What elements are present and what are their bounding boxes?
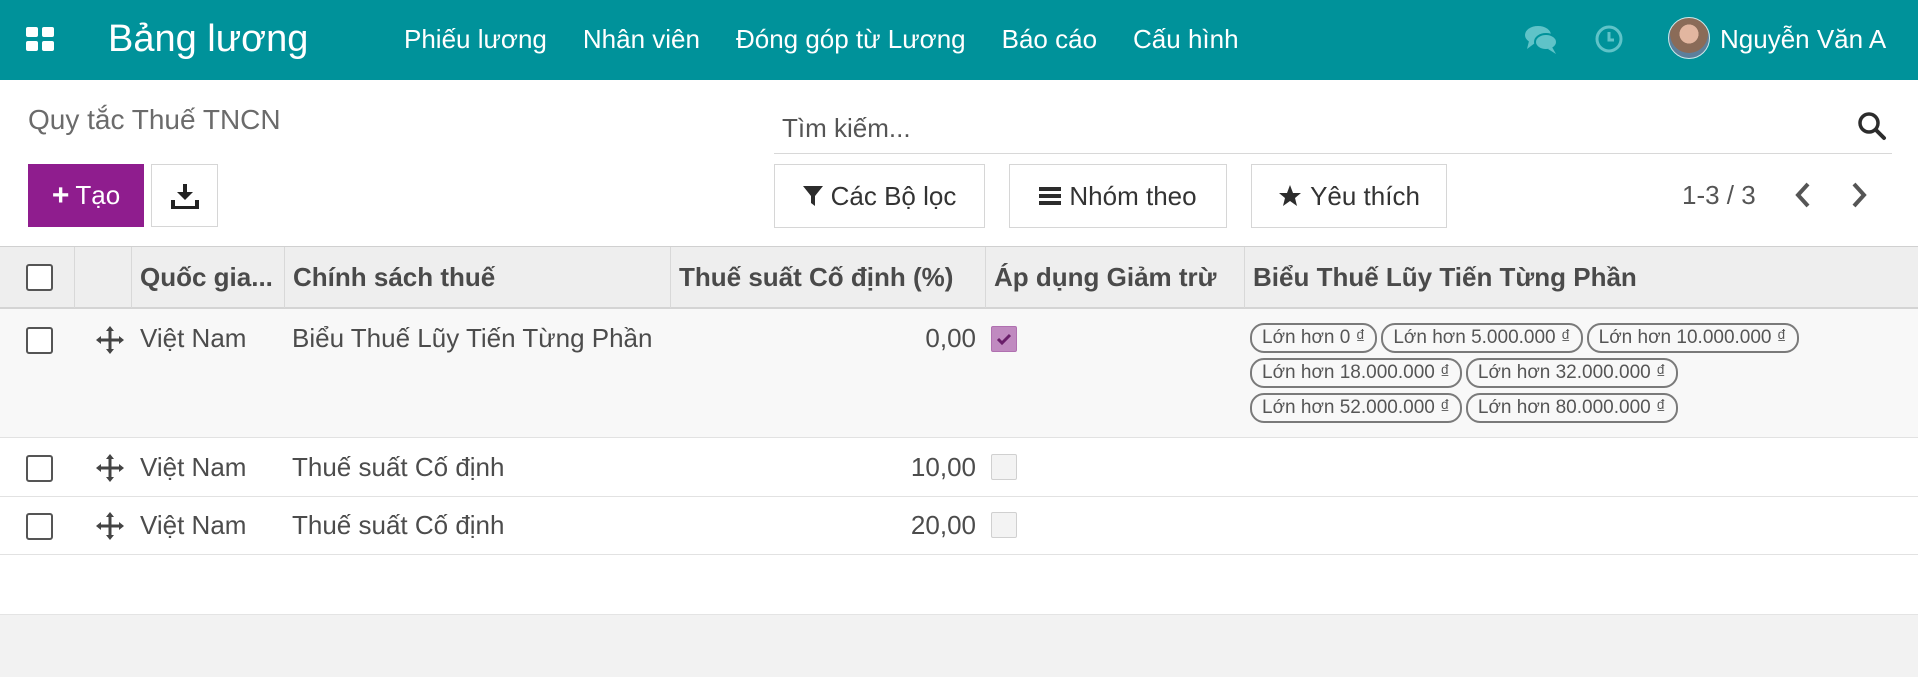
checkmark-icon [996,333,1012,346]
chevron-right-icon[interactable] [1848,180,1872,210]
rate-cell: 20,00 [910,510,976,540]
row-checkbox[interactable] [26,455,53,482]
menu-item-configuration[interactable]: Cấu hình [1133,24,1239,55]
search-icon[interactable] [1856,110,1888,142]
main-menu: Phiếu lương Nhân viên Đóng góp từ Lương … [404,24,1275,55]
group-by-button[interactable]: Nhóm theo [1009,164,1227,228]
menu-item-contributions[interactable]: Đóng góp từ Lương [736,24,966,55]
rate-cell: 10,00 [910,452,976,482]
chat-icon[interactable] [1524,24,1558,56]
row-checkbox[interactable] [26,513,53,540]
chevron-left-icon[interactable] [1790,180,1814,210]
download-icon [170,183,199,209]
avatar[interactable] [1668,17,1710,59]
table-row[interactable]: Việt Nam Thuế suất Cố định 20,00 [0,497,1918,555]
activity-clock-icon[interactable] [1594,24,1624,54]
bracket-tag[interactable]: Lớn hơn 5.000.000 ₫ [1381,323,1583,353]
bracket-tag[interactable]: Lớn hơn 52.000.000 ₫ [1250,393,1462,423]
bracket-tags: Lớn hơn 0 ₫ Lớn hơn 5.000.000 ₫ Lớn hơn 10… [1250,323,1900,428]
bracket-tag[interactable]: Lớn hơn 32.000.000 ₫ [1465,358,1678,388]
top-navbar: Bảng lương Phiếu lương Nhân viên Đóng gó… [0,0,1918,80]
favorites-button[interactable]: Yêu thích [1251,164,1447,228]
menu-item-reports[interactable]: Báo cáo [1002,24,1097,55]
filter-icon [802,186,823,206]
user-name[interactable]: Nguyễn Văn A [1720,24,1886,55]
policy-cell: Thuế suất Cố định [292,510,505,540]
menu-item-payslips[interactable]: Phiếu lương [404,24,547,55]
table-row[interactable]: Việt Nam Biểu Thuế Lũy Tiến Từng Phần 0,… [0,309,1918,438]
star-icon [1279,185,1302,206]
search-input[interactable] [782,108,1822,148]
create-button[interactable]: + Tạo [28,164,144,227]
app-title[interactable]: Bảng lương [108,18,308,61]
deduction-checkbox[interactable] [991,454,1017,480]
country-cell: Việt Nam [140,452,247,482]
menu-item-employees[interactable]: Nhân viên [583,24,700,55]
drag-handle-icon[interactable] [95,325,125,355]
table-header: Quốc gia... Chính sách thuế Thuế suất Cố… [0,246,1918,309]
bracket-tag[interactable]: Lớn hơn 10.000.000 ₫ [1586,323,1799,353]
filters-button[interactable]: Các Bộ lọc [774,164,985,228]
header-progressive-brackets[interactable]: Biểu Thuế Lũy Tiến Từng Phần [1245,247,1918,308]
deduction-checkbox[interactable] [991,326,1017,352]
favorites-label: Yêu thích [1310,180,1420,211]
apps-menu-icon[interactable] [26,27,54,51]
create-label: Tạo [75,180,121,210]
plus-icon: + [51,178,70,212]
header-apply-deduction[interactable]: Áp dụng Giảm trừ [986,247,1245,308]
row-checkbox[interactable] [26,327,53,354]
header-country[interactable]: Quốc gia... [132,247,285,308]
filters-label: Các Bộ lọc [830,180,957,211]
select-all-checkbox[interactable] [26,264,53,291]
bracket-tag[interactable]: Lớn hơn 80.000.000 ₫ [1465,393,1678,423]
select-all-cell [0,247,75,308]
handle-header [75,247,132,308]
header-fixed-rate[interactable]: Thuế suất Cố định (%) [671,247,986,308]
download-button[interactable] [151,164,218,227]
country-cell: Việt Nam [140,323,247,353]
policy-cell: Thuế suất Cố định [292,452,505,482]
bracket-tag[interactable]: Lớn hơn 18.000.000 ₫ [1250,358,1462,388]
table-footer [0,614,1918,677]
drag-handle-icon[interactable] [95,511,125,541]
deduction-checkbox[interactable] [991,512,1017,538]
pager-value[interactable]: 1-3 / 3 [1682,180,1756,211]
country-cell: Việt Nam [140,510,247,540]
header-tax-policy[interactable]: Chính sách thuế [285,247,671,308]
page-title: Quy tắc Thuế TNCN [28,104,281,135]
bracket-tag[interactable]: Lớn hơn 0 ₫ [1250,323,1378,353]
rate-cell: 0,00 [925,323,976,353]
search-bar [774,104,1892,154]
table-row[interactable]: Việt Nam Thuế suất Cố định 10,00 [0,438,1918,497]
group-by-label: Nhóm theo [1069,180,1197,211]
drag-handle-icon[interactable] [95,453,125,483]
bars-icon [1039,187,1062,205]
policy-cell: Biểu Thuế Lũy Tiến Từng Phần [292,323,653,353]
